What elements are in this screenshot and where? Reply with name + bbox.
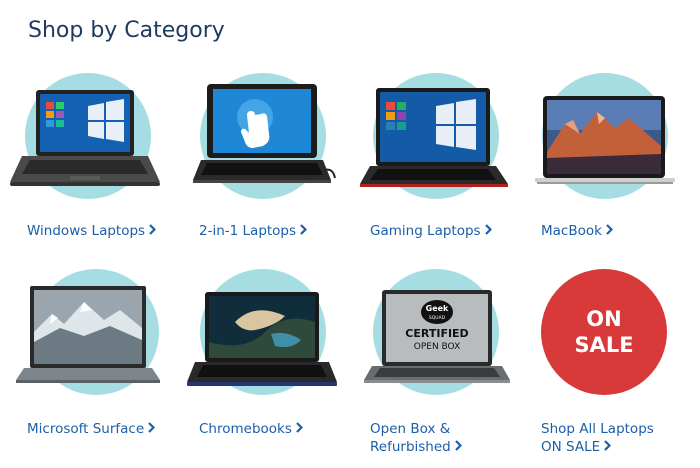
- category-label[interactable]: Microsoft Surface: [27, 420, 156, 438]
- category-label[interactable]: Gaming Laptops: [370, 222, 492, 240]
- on-sale-badge: ON SALE: [541, 269, 667, 395]
- svg-text:Geek: Geek: [426, 304, 449, 313]
- category-label[interactable]: Chromebooks: [199, 420, 303, 438]
- windows-laptop-image: [10, 90, 160, 186]
- category-label[interactable]: MacBook: [541, 222, 613, 240]
- category-microsoft-surface[interactable]: Microsoft Surface: [0, 262, 175, 462]
- svg-text:SQUAD: SQUAD: [429, 315, 446, 321]
- chevron-right-icon: [296, 422, 303, 433]
- category-gaming-laptops[interactable]: Gaming Laptops: [350, 62, 525, 252]
- category-shop-all-on-sale[interactable]: ON SALE Shop All Laptops ON SALE: [525, 262, 700, 462]
- category-label[interactable]: Open Box & Refurbished: [370, 420, 462, 456]
- chevron-right-icon: [484, 224, 492, 235]
- category-label[interactable]: Shop All Laptops ON SALE: [541, 420, 654, 456]
- category-chromebooks[interactable]: Chromebooks: [175, 262, 350, 462]
- category-label[interactable]: Windows Laptops: [27, 222, 157, 240]
- category-label[interactable]: 2-in-1 Laptops: [199, 222, 308, 240]
- chevron-right-icon: [604, 440, 612, 451]
- open-box-laptop-image: Geek SQUAD CERTIFIED OPEN BOX: [364, 290, 510, 383]
- chromebook-image: [187, 292, 337, 386]
- chevron-right-icon: [148, 422, 156, 433]
- chevron-right-icon: [149, 224, 157, 235]
- category-windows-laptops[interactable]: Windows Laptops: [0, 62, 175, 252]
- chevron-right-icon: [300, 224, 308, 235]
- svg-text:CERTIFIED: CERTIFIED: [405, 327, 468, 340]
- category-2-in-1-laptops[interactable]: 2-in-1 Laptops: [175, 62, 350, 252]
- category-open-box-refurbished[interactable]: Geek SQUAD CERTIFIED OPEN BOX Open Box &…: [350, 262, 525, 462]
- 2-in-1-laptop-image: [193, 84, 336, 183]
- category-macbook[interactable]: MacBook: [525, 62, 700, 252]
- svg-text:OPEN BOX: OPEN BOX: [414, 342, 460, 352]
- microsoft-surface-image: [16, 286, 160, 383]
- gaming-laptop-image: [360, 88, 508, 187]
- macbook-image: [535, 96, 675, 184]
- page-title: Shop by Category: [28, 18, 225, 43]
- chevron-right-icon: [454, 440, 462, 451]
- chevron-right-icon: [606, 224, 613, 235]
